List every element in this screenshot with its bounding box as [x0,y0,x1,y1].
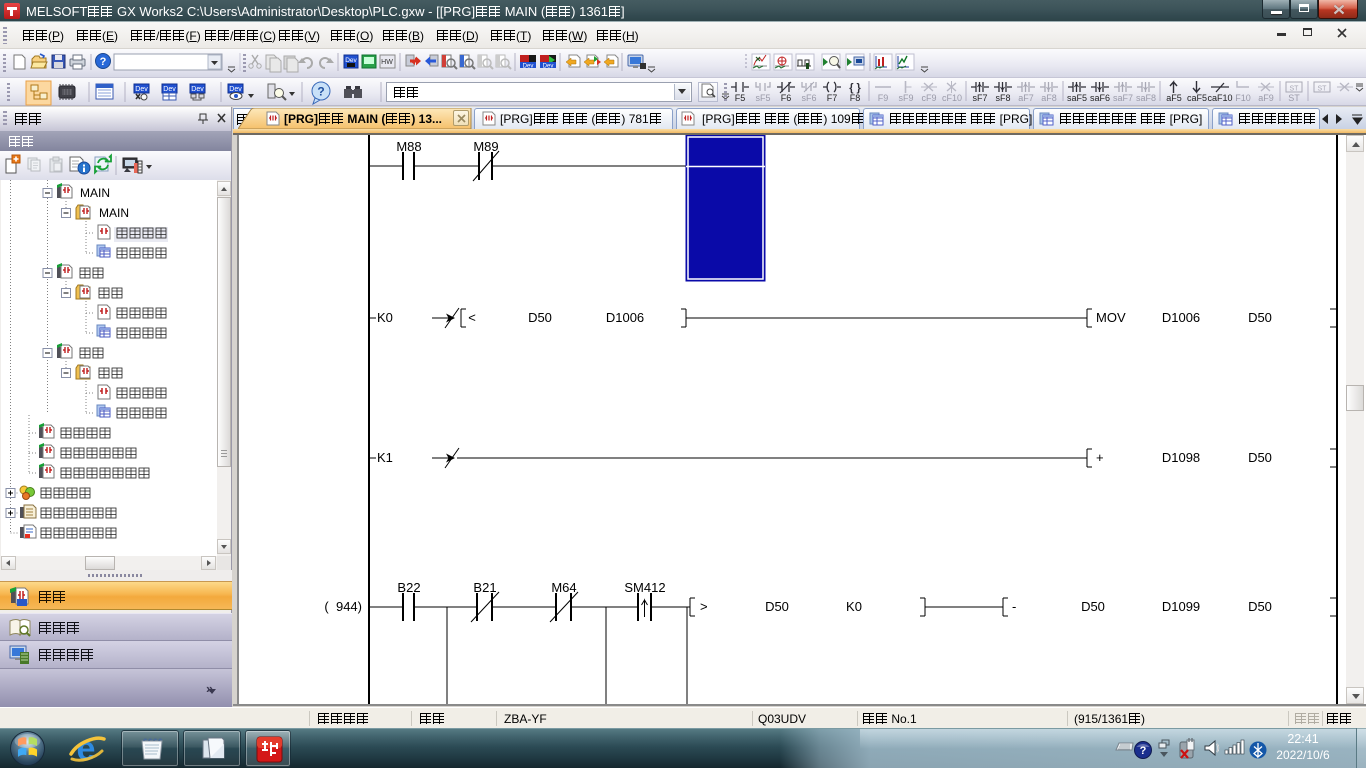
svg-text:ST: ST [1318,86,1328,93]
svg-text:MAIN: MAIN [99,206,129,220]
svg-text:MOV: MOV [1096,310,1126,325]
svg-text:ST: ST [1290,86,1300,93]
svg-text:D1098: D1098 [1162,450,1200,465]
svg-text:sF5: sF5 [755,93,770,103]
svg-text:aF9: aF9 [1258,93,1274,103]
svg-text:F10: F10 [1235,93,1251,103]
svg-text:F6: F6 [781,93,792,103]
svg-text:D50: D50 [765,599,789,614]
svg-text:M64: M64 [551,580,576,595]
svg-text:M88: M88 [396,139,421,154]
svg-text:cF9: cF9 [921,93,936,103]
svg-text:MAIN: MAIN [80,186,110,200]
svg-text:F7: F7 [827,93,838,103]
svg-text:+: + [1096,450,1104,465]
svg-text:-: - [1012,599,1016,614]
svg-text:K1: K1 [377,450,393,465]
svg-text:aF7: aF7 [1018,93,1034,103]
svg-text:sF7: sF7 [972,93,987,103]
svg-text:F5: F5 [735,93,746,103]
svg-text:sF9: sF9 [898,93,913,103]
svg-text:F9: F9 [878,93,889,103]
svg-text:D50: D50 [1081,599,1105,614]
svg-text:ST: ST [1288,93,1300,103]
svg-text:K0: K0 [377,310,393,325]
svg-text:D50: D50 [1248,450,1272,465]
svg-text:caF10: caF10 [1207,93,1232,103]
svg-text:e: e [77,730,96,768]
svg-text:D50: D50 [1248,310,1272,325]
svg-text:saF8: saF8 [1136,93,1156,103]
svg-text:D1006: D1006 [1162,310,1200,325]
svg-text:( 944): ( 944) [324,599,362,614]
svg-text:aF8: aF8 [1041,93,1057,103]
svg-text:F8: F8 [850,93,861,103]
svg-text:D50: D50 [1248,599,1272,614]
svg-text:K0: K0 [846,599,862,614]
svg-text:D1099: D1099 [1162,599,1200,614]
svg-text:D50: D50 [528,310,552,325]
svg-text:cF10: cF10 [942,93,962,103]
svg-text:caF5: caF5 [1187,93,1207,103]
svg-text:M89: M89 [473,139,498,154]
svg-text:saF7: saF7 [1113,93,1133,103]
svg-text:?: ? [1140,745,1147,757]
svg-text:aF5: aF5 [1166,93,1182,103]
svg-text:B21: B21 [473,580,496,595]
svg-text:SM412: SM412 [624,580,665,595]
svg-text:B22: B22 [397,580,420,595]
svg-text:>: > [700,599,708,614]
svg-text:saF6: saF6 [1090,93,1110,103]
svg-text:sF8: sF8 [995,93,1010,103]
svg-text:D1006: D1006 [606,310,644,325]
svg-text:saF5: saF5 [1067,93,1087,103]
svg-text:<: < [468,310,476,325]
svg-text:sF6: sF6 [801,93,816,103]
